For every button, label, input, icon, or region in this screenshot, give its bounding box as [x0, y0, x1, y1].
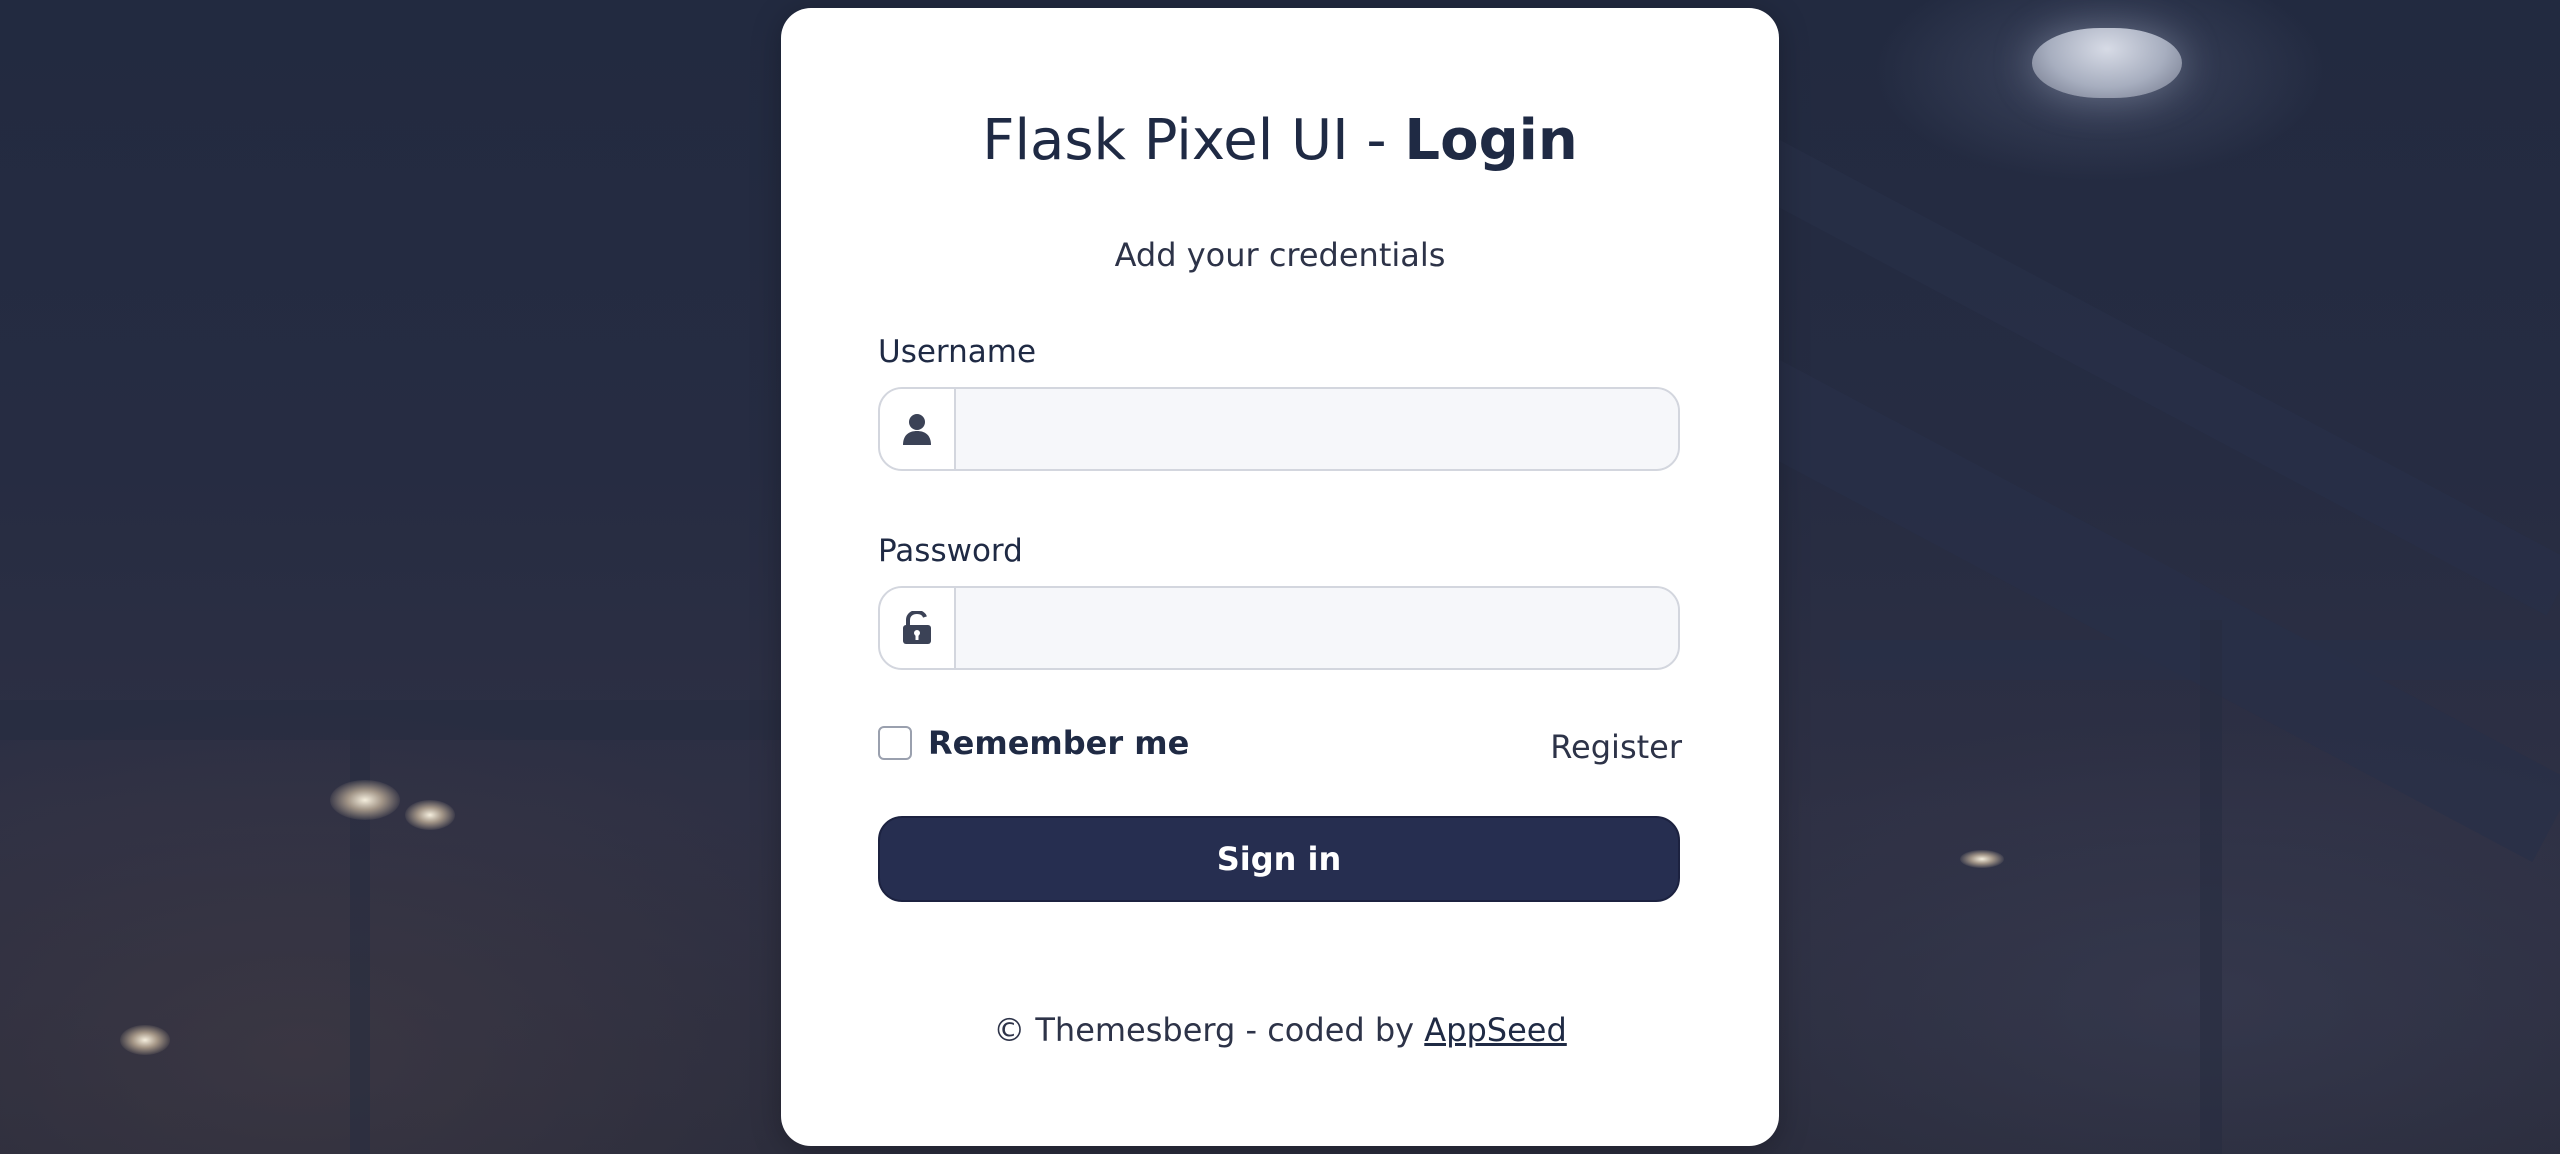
ceiling-beam	[1751, 140, 2560, 616]
appseed-link[interactable]: AppSeed	[1424, 1011, 1567, 1049]
remember-checkbox[interactable]	[878, 726, 912, 760]
username-input-group	[878, 387, 1680, 471]
unlock-icon	[880, 588, 956, 668]
light-spot	[120, 1025, 170, 1055]
login-card: Flask Pixel UI - Login Add your credenti…	[781, 8, 1779, 1146]
ceiling-beam	[0, 700, 781, 740]
register-link[interactable]: Register	[1550, 728, 1682, 766]
title-prefix: Flask Pixel UI -	[982, 108, 1405, 173]
username-input[interactable]	[956, 389, 1678, 469]
password-label: Password	[878, 533, 1023, 569]
password-input[interactable]	[956, 588, 1678, 668]
light-spot	[330, 780, 400, 820]
footer: © Themesberg - coded by AppSeed	[781, 1011, 1779, 1049]
pillar	[2200, 620, 2222, 1154]
page-title: Flask Pixel UI - Login	[781, 108, 1779, 173]
title-strong: Login	[1404, 108, 1578, 173]
footer-text: © Themesberg - coded by	[993, 1011, 1425, 1049]
password-input-group	[878, 586, 1680, 670]
user-icon	[880, 389, 956, 469]
ceiling-beam	[1737, 360, 2560, 862]
light-spot	[1960, 850, 2004, 868]
signin-button[interactable]: Sign in	[878, 816, 1680, 902]
light-spot	[405, 800, 455, 830]
remember-me: Remember me	[878, 724, 1189, 762]
username-label: Username	[878, 334, 1037, 370]
remember-label: Remember me	[928, 724, 1190, 762]
ceiling-lamp	[2032, 28, 2182, 98]
subtitle: Add your credentials	[1114, 236, 1446, 274]
